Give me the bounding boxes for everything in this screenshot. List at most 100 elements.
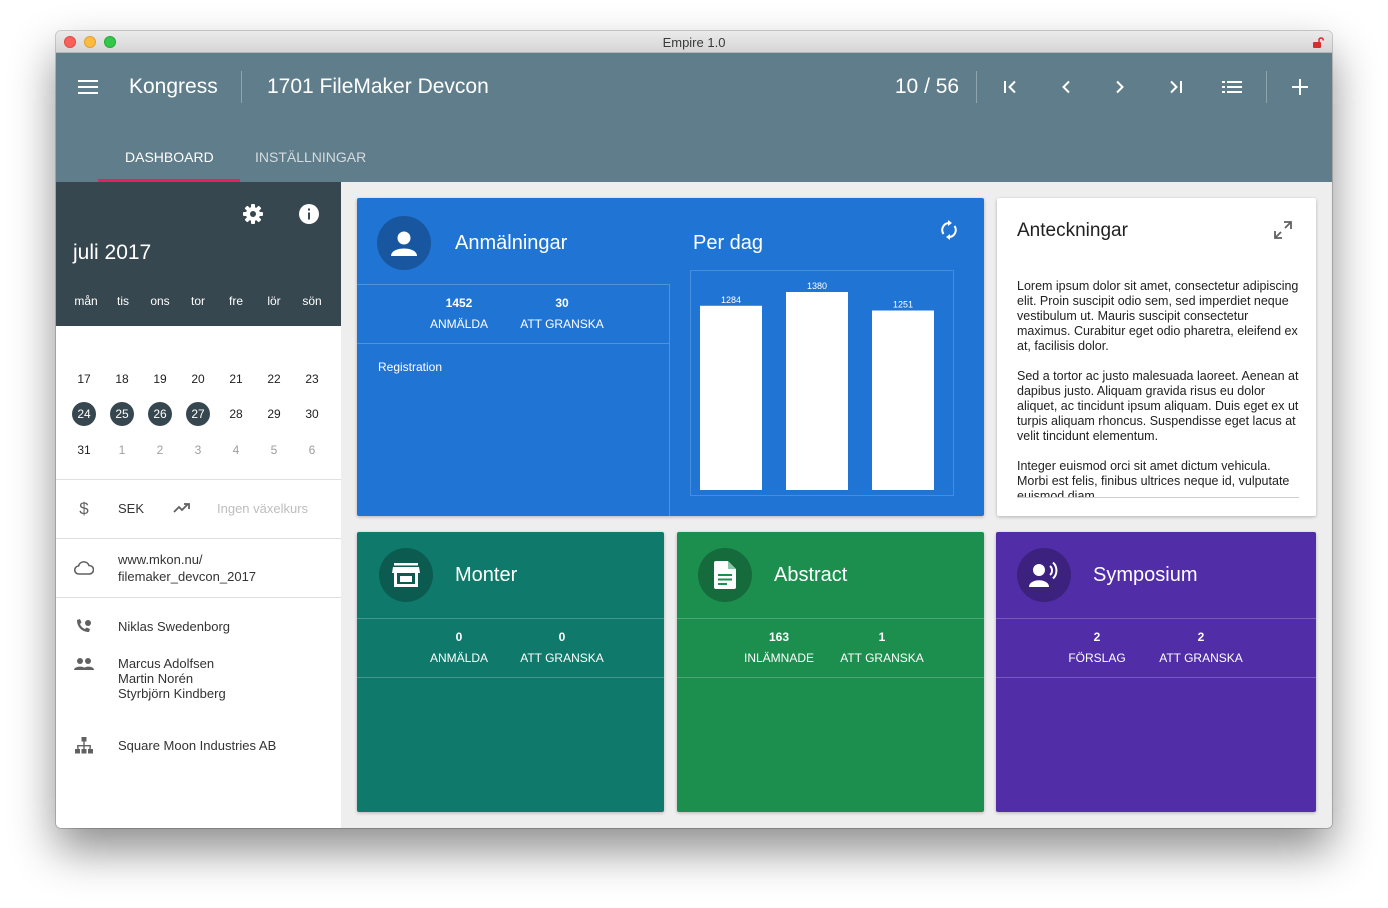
stat-value: 0 [455, 630, 463, 644]
calendar-day[interactable]: 18 [110, 367, 134, 391]
calendar-day[interactable]: 26 [148, 402, 172, 426]
chart-bar[interactable] [872, 310, 934, 490]
notes-paragraph: Integer euismod orci sit amet dictum veh… [1017, 459, 1290, 497]
website-line: filemaker_devcon_2017 [118, 569, 257, 584]
weekday-label: sön [302, 294, 322, 308]
app-window: Empire 1.0 Kongress 1701 FileMaker Devco… [56, 31, 1332, 828]
team-members: Marcus Adolfsen Martin Norén Styrbjörn K… [118, 656, 226, 701]
appbar-divider [1266, 71, 1267, 103]
registrations-avatar [377, 216, 431, 270]
menu-icon[interactable] [76, 75, 100, 99]
app-name: Kongress [129, 75, 218, 98]
calendar-day[interactable]: 5 [262, 438, 286, 462]
registrations-card[interactable]: Anmälningar 1452 ANMÄLDA 30 ATT GRANSKA … [357, 198, 984, 516]
people-icon [74, 654, 94, 674]
stat-label: ATT GRANSKA [840, 651, 924, 665]
svg-text:$: $ [79, 499, 89, 517]
record-counter: 10 / 56 [894, 75, 960, 98]
last-record-icon[interactable] [1164, 75, 1188, 99]
calendar-day[interactable]: 4 [224, 438, 248, 462]
divider [677, 677, 984, 678]
symposium-card[interactable]: Symposium 2 FÖRSLAG 2 ATT GRANSKA [996, 532, 1316, 812]
notes-paragraph: Lorem ipsum dolor sit amet, consectetur … [1017, 279, 1299, 353]
chart-bar[interactable] [786, 292, 848, 490]
tab-dashboard[interactable]: DASHBOARD [125, 149, 214, 165]
weekday-label: lör [267, 294, 281, 308]
team-member: Martin Norén [118, 671, 194, 686]
list-view-icon[interactable] [1220, 75, 1244, 99]
calendar-day[interactable]: 2 [148, 438, 172, 462]
per-day-title: Per dag [693, 232, 764, 254]
notes-textarea[interactable]: Lorem ipsum dolor sit amet, consectetur … [1017, 279, 1305, 497]
info-icon[interactable] [297, 202, 321, 226]
calendar-day[interactable]: 28 [224, 402, 248, 426]
notes-underline [1017, 497, 1299, 498]
expand-icon[interactable] [1271, 218, 1295, 242]
first-record-icon[interactable] [998, 75, 1022, 99]
booths-avatar [379, 548, 433, 602]
booths-card[interactable]: Monter 0 ANMÄLDA 0 ATT GRANSKA [357, 532, 664, 812]
tab-settings[interactable]: INSTÄLLNINGAR [255, 149, 366, 165]
per-day-bar-chart: 1284 1380 1251 [690, 270, 954, 496]
symposium-title: Symposium [1093, 564, 1198, 586]
chart-data-label: 1380 [807, 281, 827, 291]
stat-value: 163 [768, 630, 790, 644]
team-member: Marcus Adolfsen [118, 656, 215, 671]
website-line: www.mkon.nu/ [118, 552, 203, 567]
window-title: Empire 1.0 [662, 35, 726, 50]
dollar-icon: $ [74, 498, 94, 518]
chart-bar[interactable] [700, 305, 762, 490]
calendar-day[interactable]: 6 [300, 438, 324, 462]
refresh-icon[interactable] [937, 218, 961, 242]
stat-label: ATT GRANSKA [520, 651, 604, 665]
contact-person: Niklas Swedenborg [118, 619, 231, 634]
abstracts-card[interactable]: Abstract 163 INLÄMNADE 1 ATT GRANSKA [677, 532, 984, 812]
registrations-title: Anmälningar [455, 232, 568, 254]
stat-value: 30 [555, 296, 569, 310]
calendar-month-label: juli 2017 [73, 241, 152, 264]
next-record-icon[interactable] [1108, 75, 1132, 99]
calendar-day[interactable]: 27 [186, 402, 210, 426]
calendar-day[interactable]: 17 [72, 367, 96, 391]
weekday-label: tis [117, 294, 129, 308]
calendar-day[interactable]: 23 [300, 367, 324, 391]
divider [56, 538, 341, 539]
stat-value: 0 [558, 630, 566, 644]
organization-icon [74, 736, 94, 756]
trending-up-icon [172, 498, 192, 518]
exchange-rate-input[interactable]: Ingen växelkurs [217, 501, 308, 516]
calendar-day[interactable]: 29 [262, 402, 286, 426]
app-bar: Kongress 1701 FileMaker Devcon 10 / 56 D… [56, 53, 1332, 182]
notes-card[interactable]: Anteckningar Lorem ipsum dolor sit amet,… [997, 198, 1316, 516]
calendar-day[interactable]: 22 [262, 367, 286, 391]
divider [996, 618, 1316, 619]
organization-name: Square Moon Industries AB [118, 738, 277, 753]
calendar-day[interactable]: 21 [224, 367, 248, 391]
divider [996, 677, 1316, 678]
calendar-day[interactable]: 1 [110, 438, 134, 462]
calendar-day[interactable]: 19 [148, 367, 172, 391]
stat-value: 1 [878, 630, 886, 644]
abstracts-avatar [698, 548, 752, 602]
calendar-day[interactable]: 31 [72, 438, 96, 462]
weekday-label: fre [228, 294, 243, 308]
stat-label: ATT GRANSKA [1159, 651, 1243, 665]
symposium-avatar [1017, 548, 1071, 602]
calendar-day[interactable]: 25 [110, 402, 134, 426]
add-record-icon[interactable] [1288, 75, 1312, 99]
calendar-header: juli 2017 mån tis ons tor fre lör sön [56, 182, 341, 326]
calendar-day[interactable]: 3 [186, 438, 210, 462]
weekday-label: mån [74, 294, 98, 308]
previous-record-icon[interactable] [1054, 75, 1078, 99]
settings-gear-icon[interactable] [241, 202, 265, 226]
calendar-day[interactable]: 20 [186, 367, 210, 391]
cloud-icon [74, 558, 94, 578]
website-link[interactable]: www.mkon.nu/ filemaker_devcon_2017 [118, 552, 256, 584]
calendar-day[interactable]: 24 [72, 402, 96, 426]
stat-label: ATT GRANSKA [520, 317, 604, 331]
window-titlebar[interactable]: Empire 1.0 [56, 31, 1332, 53]
unlock-icon [1313, 37, 1324, 48]
calendar-day[interactable]: 30 [300, 402, 324, 426]
divider [677, 618, 984, 619]
stat-value: 2 [1197, 630, 1205, 644]
